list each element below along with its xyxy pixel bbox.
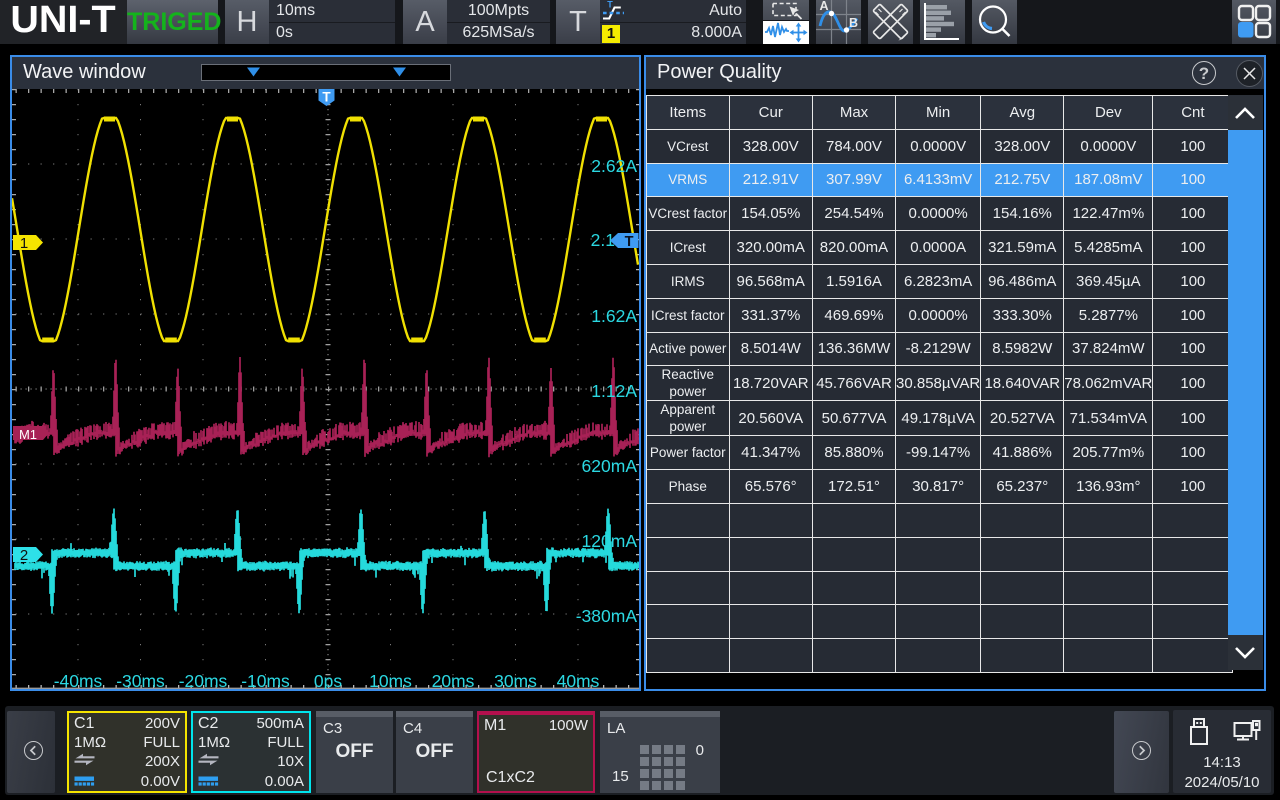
svg-text:-40ms: -40ms — [54, 671, 103, 689]
svg-text:1: 1 — [20, 235, 28, 252]
svg-text:-380mA: -380mA — [576, 606, 638, 626]
svg-text:40ms: 40ms — [557, 671, 600, 689]
svg-text:T: T — [607, 0, 613, 10]
svg-text:A: A — [820, 0, 829, 13]
svg-text:2: 2 — [20, 547, 28, 564]
svg-text:-10ms: -10ms — [241, 671, 290, 689]
svg-text:-20ms: -20ms — [179, 671, 228, 689]
svg-text:T: T — [322, 90, 331, 105]
svg-text:30ms: 30ms — [494, 671, 537, 689]
svg-text:120mA: 120mA — [582, 531, 638, 551]
svg-text:20ms: 20ms — [432, 671, 475, 689]
svg-text:T: T — [625, 234, 634, 250]
svg-text:0ps: 0ps — [314, 671, 342, 689]
svg-text:M1: M1 — [19, 427, 37, 442]
svg-text:1.62A: 1.62A — [591, 306, 637, 326]
svg-text:1.12A: 1.12A — [591, 381, 637, 401]
svg-text:10ms: 10ms — [369, 671, 412, 689]
svg-text:B: B — [849, 16, 858, 30]
svg-text:-30ms: -30ms — [116, 671, 165, 689]
svg-text:620mA: 620mA — [582, 456, 638, 476]
svg-text:2.62A: 2.62A — [591, 156, 637, 176]
